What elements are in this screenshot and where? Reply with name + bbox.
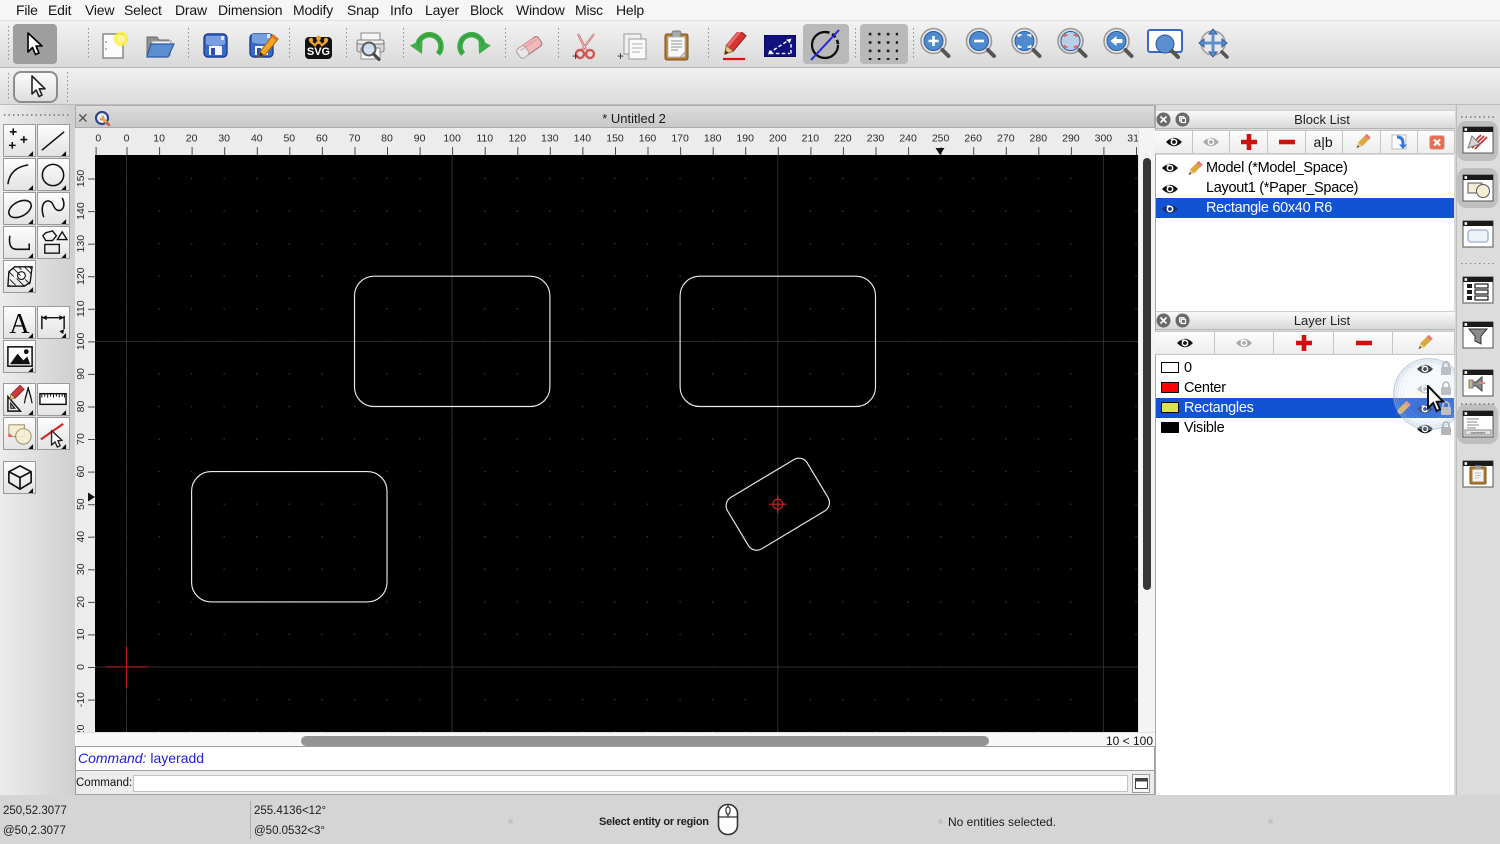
svg-text:20: 20 [186, 133, 198, 145]
svg-text:0: 0 [75, 664, 87, 670]
svg-text:90: 90 [414, 133, 426, 145]
svg-text:+: + [617, 49, 624, 62]
svg-text:30: 30 [218, 133, 230, 145]
svg-text:60: 60 [75, 466, 87, 478]
svg-text:130: 130 [75, 235, 87, 253]
svg-text:290: 290 [1062, 133, 1080, 145]
svg-text:230: 230 [867, 133, 885, 145]
svg-text:110: 110 [476, 133, 493, 145]
svg-text:160: 160 [639, 133, 657, 145]
svg-text:120: 120 [75, 267, 87, 285]
svg-text:110: 110 [75, 300, 87, 317]
svg-text:+: + [572, 49, 579, 62]
svg-text:140: 140 [75, 202, 87, 220]
svg-text:50: 50 [283, 133, 295, 145]
svg-text:-10: -10 [75, 692, 87, 707]
svg-text:310: 310 [1127, 133, 1138, 145]
svg-text:150: 150 [606, 133, 624, 145]
svg-text:240: 240 [899, 133, 917, 145]
svg-text:170: 170 [671, 133, 689, 145]
svg-text:90: 90 [75, 368, 87, 380]
svg-text:280: 280 [1030, 133, 1048, 145]
svg-text:60: 60 [316, 133, 328, 145]
svg-text:150: 150 [75, 170, 87, 188]
svg-text:70: 70 [75, 433, 87, 445]
svg-text:10: 10 [75, 628, 87, 640]
svg-text:80: 80 [75, 401, 87, 413]
svg-text:180: 180 [704, 133, 722, 145]
svg-text:220: 220 [834, 133, 852, 145]
svg-text:260: 260 [964, 133, 982, 145]
svg-text:SVG: SVG [307, 46, 330, 58]
svg-text:300: 300 [1095, 133, 1113, 145]
svg-text:0: 0 [124, 133, 130, 145]
svg-text:50: 50 [75, 498, 87, 510]
svg-text:A: A [9, 309, 30, 338]
svg-text:comment: comment [1471, 431, 1486, 435]
svg-text:140: 140 [574, 133, 592, 145]
svg-text:40: 40 [75, 531, 87, 543]
svg-text:130: 130 [541, 133, 559, 145]
svg-text:70: 70 [349, 133, 361, 145]
svg-text:100: 100 [443, 133, 461, 145]
svg-text:210: 210 [802, 133, 820, 145]
svg-text:80: 80 [381, 133, 393, 145]
svg-text:120: 120 [509, 133, 527, 145]
svg-text:0: 0 [95, 133, 101, 145]
svg-text:20: 20 [75, 596, 87, 608]
svg-text:100: 100 [75, 332, 87, 350]
svg-text:190: 190 [736, 133, 754, 145]
svg-text:270: 270 [997, 133, 1015, 145]
svg-text:250: 250 [932, 133, 950, 145]
svg-text:10: 10 [153, 133, 165, 145]
svg-text:40: 40 [251, 133, 263, 145]
svg-text:200: 200 [769, 133, 787, 145]
svg-text:30: 30 [75, 563, 87, 575]
